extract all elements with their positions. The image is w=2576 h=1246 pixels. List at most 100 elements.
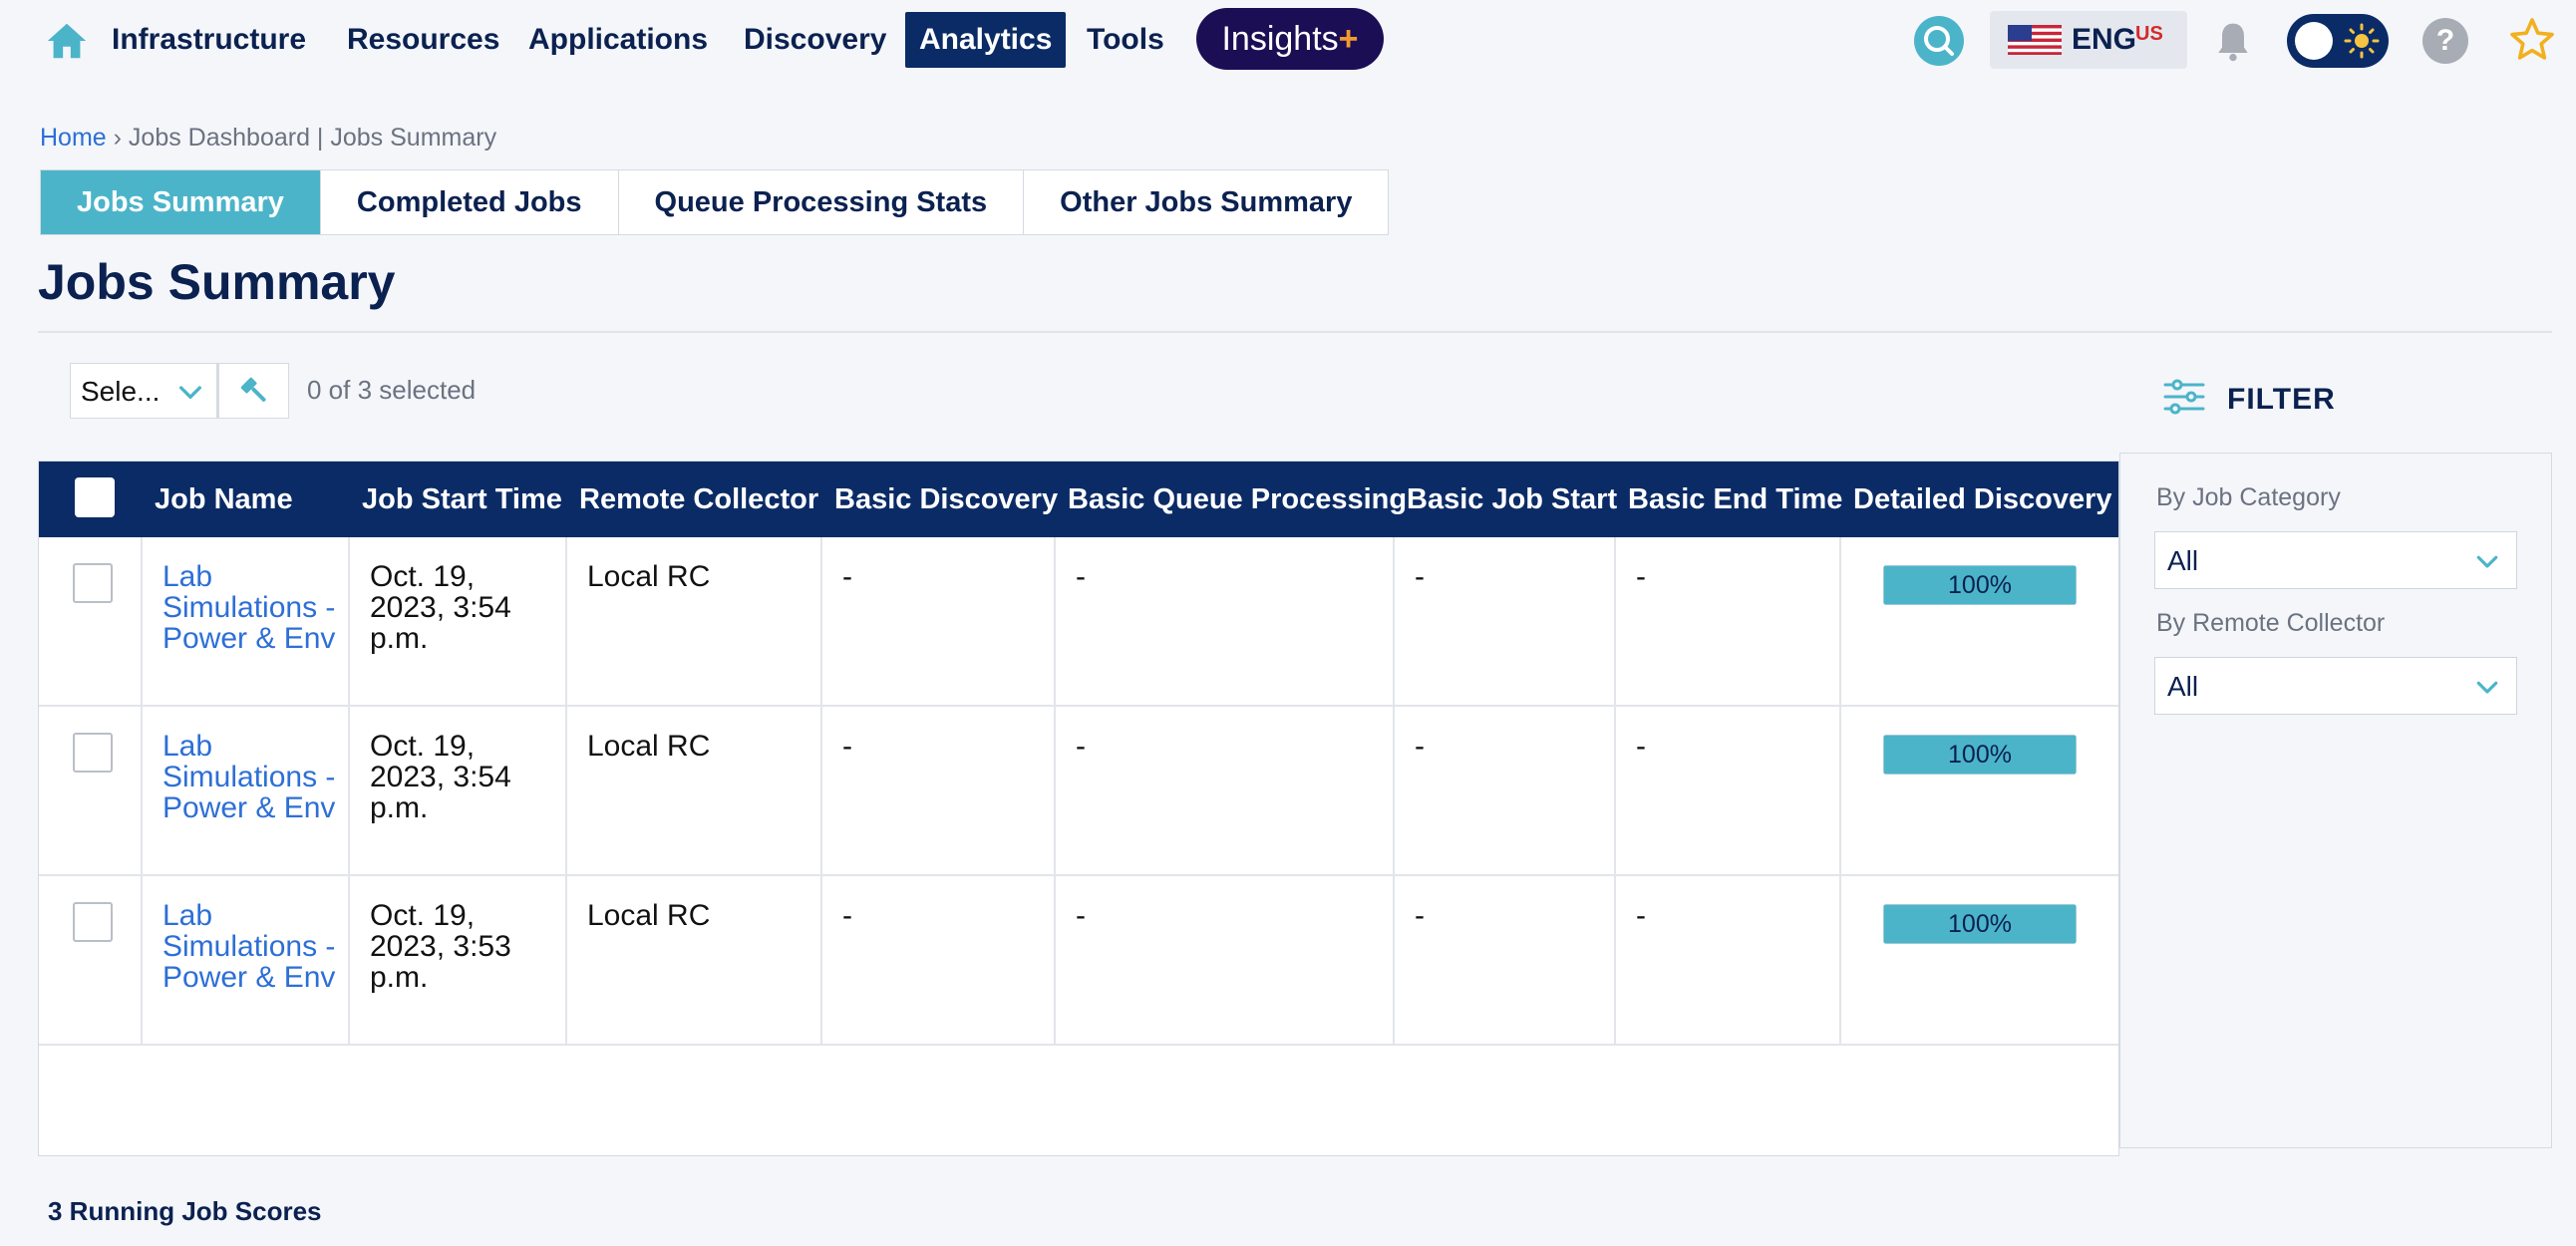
- bulk-action-value: Sele...: [81, 376, 161, 407]
- language-code: ENG: [2072, 23, 2137, 56]
- basic-end-time: -: [1636, 560, 1646, 593]
- apply-action-button[interactable]: [217, 363, 289, 419]
- row-select-cell: [39, 707, 143, 874]
- us-flag-icon: [2008, 25, 2062, 55]
- row-checkbox[interactable]: [73, 563, 113, 603]
- running-job-scores: 3 Running Job Scores: [48, 1196, 322, 1226]
- basic-discovery: -: [842, 560, 852, 593]
- breadcrumb: Home › Jobs Dashboard | Jobs Summary: [40, 124, 496, 153]
- selected-count: 0 of 3 selected: [307, 375, 477, 405]
- column-header-basic-discovery[interactable]: Basic Discovery: [834, 462, 1058, 537]
- gavel-icon: [240, 377, 266, 402]
- job-name-cell: Lab Simulations - Power & Env: [143, 707, 350, 874]
- breadcrumb-home[interactable]: Home: [40, 124, 107, 152]
- insights-label: Insights: [1221, 20, 1339, 58]
- tab-other-jobs-summary[interactable]: Other Jobs Summary: [1024, 170, 1389, 234]
- start-time-cell: Oct. 19, 2023, 3:54 p.m.: [350, 707, 567, 874]
- remote-collector-cell: Local RC: [567, 707, 822, 874]
- job-category-label: By Job Category: [2156, 483, 2341, 511]
- start-time: Oct. 19, 2023, 3:54 p.m.: [370, 560, 511, 655]
- basic-discovery-cell: -: [822, 707, 1056, 874]
- bell-icon[interactable]: [2211, 18, 2255, 66]
- chevron-down-icon: [2476, 555, 2498, 568]
- help-icon[interactable]: ?: [2422, 18, 2468, 64]
- toggle-knob: [2295, 22, 2333, 60]
- insights-plus: +: [1338, 20, 1359, 58]
- column-header-job-name[interactable]: Job Name: [155, 462, 293, 537]
- nav-resources[interactable]: Resources: [333, 12, 513, 68]
- select-all-checkbox[interactable]: [75, 477, 115, 517]
- remote-collector: Local RC: [587, 560, 711, 593]
- filter-title: FILTER: [2227, 383, 2336, 416]
- basic-discovery: -: [842, 899, 852, 932]
- jobs-table: Job Name Job Start Time Remote Collector…: [38, 461, 2119, 1156]
- sun-icon: [2344, 23, 2380, 59]
- remote-collector-select[interactable]: All: [2154, 657, 2517, 715]
- basic-queue-processing: -: [1076, 730, 1086, 763]
- top-nav: Infrastructure Resources Applications Di…: [0, 0, 2576, 86]
- remote-collector: Local RC: [587, 899, 711, 932]
- job-category-select[interactable]: All: [2154, 531, 2517, 589]
- basic-queue-processing: -: [1076, 899, 1086, 932]
- nav-infrastructure[interactable]: Infrastructure: [98, 12, 320, 68]
- column-header-detailed-discovery[interactable]: Detailed Discovery: [1853, 462, 2112, 537]
- column-header-basic-job-start[interactable]: Basic Job Start: [1407, 462, 1617, 537]
- column-header-job-start-time[interactable]: Job Start Time: [362, 462, 562, 537]
- tab-jobs-summary[interactable]: Jobs Summary: [41, 170, 321, 234]
- job-name-link[interactable]: Lab Simulations - Power & Env: [162, 900, 342, 993]
- chevron-down-icon: [179, 386, 201, 399]
- job-name-cell: Lab Simulations - Power & Env: [143, 537, 350, 705]
- insights-button[interactable]: Insights+: [1196, 8, 1384, 70]
- job-name-link[interactable]: Lab Simulations - Power & Env: [162, 561, 342, 654]
- nav-tools[interactable]: Tools: [1073, 12, 1178, 68]
- start-time: Oct. 19, 2023, 3:54 p.m.: [370, 730, 511, 824]
- tab-queue-processing-stats[interactable]: Queue Processing Stats: [618, 170, 1025, 234]
- basic-job-start-cell: -: [1395, 707, 1616, 874]
- tab-completed-jobs[interactable]: Completed Jobs: [320, 170, 619, 234]
- basic-queue-processing: -: [1076, 560, 1086, 593]
- basic-discovery-cell: -: [822, 537, 1056, 705]
- basic-job-start-cell: -: [1395, 876, 1616, 1044]
- row-checkbox[interactable]: [73, 733, 113, 773]
- bulk-action-select[interactable]: Sele...: [70, 363, 217, 419]
- row-select-cell: [39, 876, 143, 1044]
- table-row: Lab Simulations - Power & Env Oct. 19, 2…: [39, 876, 2118, 1046]
- basic-job-start-cell: -: [1395, 537, 1616, 705]
- language-selector[interactable]: ENG US: [1990, 11, 2187, 69]
- nav-analytics[interactable]: Analytics: [905, 12, 1067, 68]
- basic-end-time-cell: -: [1616, 876, 1841, 1044]
- remote-collector-cell: Local RC: [567, 537, 822, 705]
- home-icon[interactable]: [44, 18, 90, 64]
- start-time: Oct. 19, 2023, 3:53 p.m.: [370, 899, 511, 994]
- basic-job-start: -: [1415, 899, 1425, 932]
- basic-discovery-cell: -: [822, 876, 1056, 1044]
- search-icon: [1924, 26, 1954, 56]
- basic-discovery: -: [842, 730, 852, 763]
- breadcrumb-current: Jobs Dashboard | Jobs Summary: [128, 124, 497, 152]
- remote-collector-label: By Remote Collector: [2156, 609, 2386, 637]
- column-header-remote-collector[interactable]: Remote Collector: [579, 462, 818, 537]
- theme-toggle[interactable]: [2287, 14, 2389, 68]
- nav-discovery[interactable]: Discovery: [730, 12, 900, 68]
- column-header-basic-end-time[interactable]: Basic End Time: [1628, 462, 1842, 537]
- detailed-discovery-progress: 100%: [1883, 735, 2077, 775]
- search-button[interactable]: [1914, 16, 1964, 66]
- region-code: US: [2135, 23, 2163, 45]
- title-divider: [38, 331, 2552, 333]
- job-name-cell: Lab Simulations - Power & Env: [143, 876, 350, 1044]
- remote-collector-value: All: [2167, 671, 2199, 702]
- tab-bar: Jobs Summary Completed Jobs Queue Proces…: [40, 169, 1390, 235]
- progress-label: 100%: [1948, 571, 2012, 599]
- basic-end-time: -: [1636, 730, 1646, 763]
- progress-label: 100%: [1948, 910, 2012, 938]
- detailed-discovery-progress: 100%: [1883, 565, 2077, 605]
- nav-applications[interactable]: Applications: [514, 12, 722, 68]
- column-header-basic-queue-processing[interactable]: Basic Queue Processing: [1068, 462, 1407, 537]
- row-checkbox[interactable]: [73, 902, 113, 942]
- star-icon[interactable]: [2508, 16, 2556, 64]
- job-name-link[interactable]: Lab Simulations - Power & Env: [162, 731, 342, 823]
- basic-queue-processing-cell: -: [1056, 707, 1395, 874]
- start-time-cell: Oct. 19, 2023, 3:53 p.m.: [350, 876, 567, 1044]
- basic-end-time-cell: -: [1616, 707, 1841, 874]
- table-row: Lab Simulations - Power & Env Oct. 19, 2…: [39, 537, 2118, 707]
